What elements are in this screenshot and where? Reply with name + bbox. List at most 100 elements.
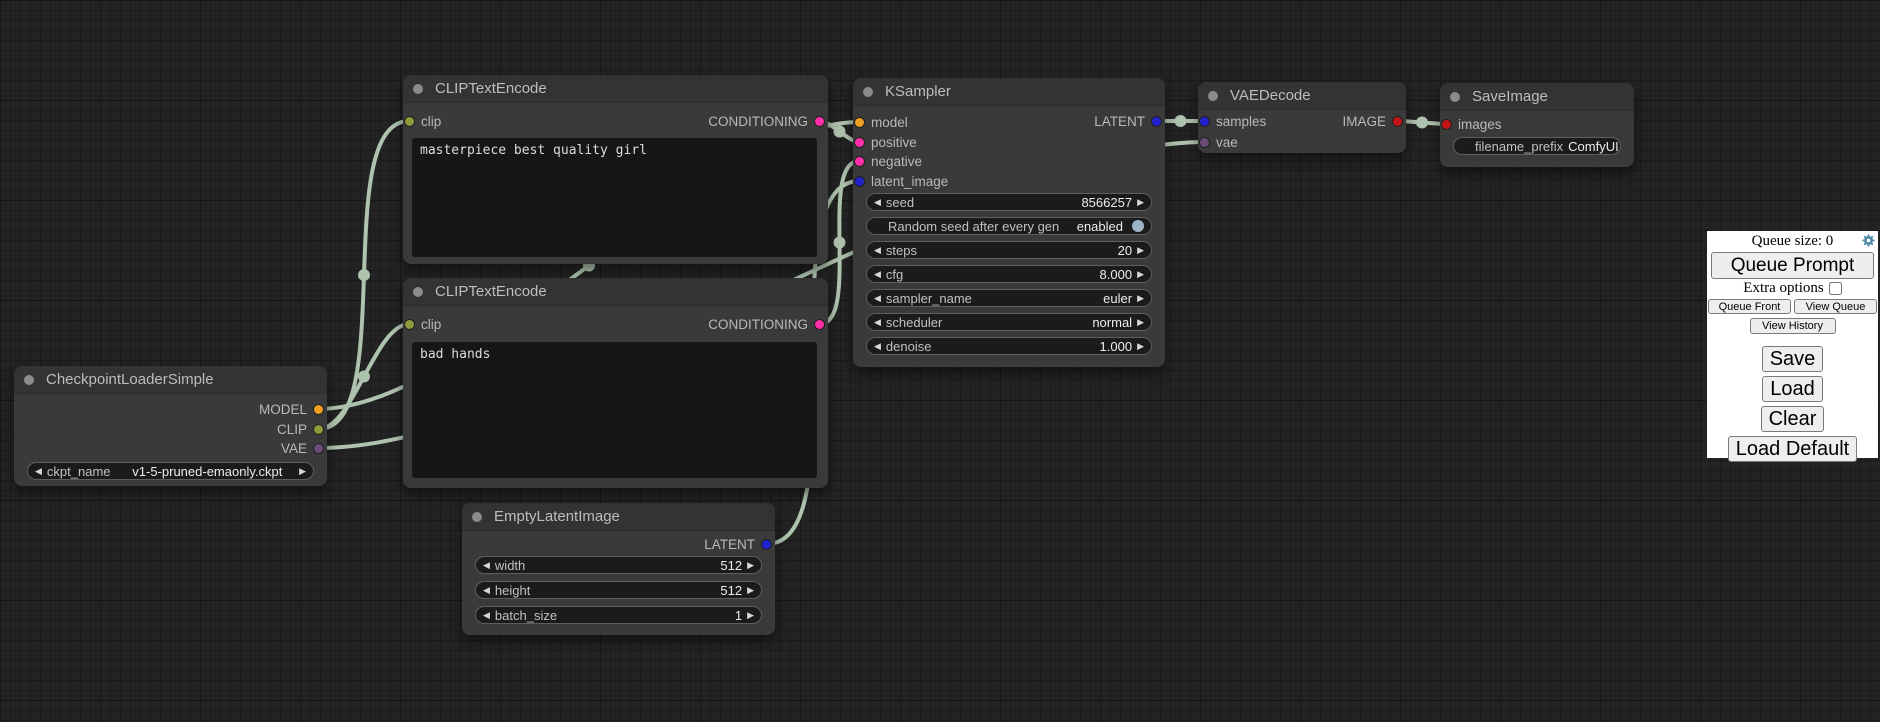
load-button[interactable]: Load — [1762, 376, 1823, 402]
arrow-right-icon[interactable]: ▶ — [1137, 318, 1144, 327]
output-slot-conditioning: CONDITIONING — [708, 112, 824, 130]
arrow-right-icon[interactable]: ▶ — [1137, 270, 1144, 279]
collapse-dot-icon[interactable] — [472, 512, 482, 522]
node-title: CheckpointLoaderSimple — [46, 371, 214, 388]
widget-sampler-name[interactable]: ◀ sampler_name euler ▶ — [866, 289, 1152, 307]
prompt-textarea[interactable]: bad hands — [412, 342, 817, 478]
arrow-right-icon[interactable]: ▶ — [1137, 342, 1144, 351]
widget-height[interactable]: ◀ height 512 ▶ — [475, 581, 762, 599]
slot-label: VAE — [281, 441, 307, 456]
arrow-left-icon[interactable]: ◀ — [35, 467, 42, 476]
arrow-right-icon[interactable]: ▶ — [1137, 294, 1144, 303]
output-dot-latent[interactable] — [1152, 117, 1161, 126]
input-slot-images: images — [1442, 115, 1502, 133]
collapse-dot-icon[interactable] — [413, 287, 423, 297]
output-slot-conditioning: CONDITIONING — [708, 315, 824, 333]
arrow-left-icon[interactable]: ◀ — [483, 611, 490, 620]
arrow-right-icon[interactable]: ▶ — [747, 586, 754, 595]
input-dot-positive[interactable] — [855, 138, 864, 147]
collapse-dot-icon[interactable] — [24, 375, 34, 385]
queue-front-button[interactable]: Queue Front — [1708, 299, 1791, 314]
arrow-left-icon[interactable]: ◀ — [874, 342, 881, 351]
output-dot-model[interactable] — [314, 405, 323, 414]
node-vae-decode[interactable]: VAEDecode samples vae IMAGE — [1198, 82, 1406, 153]
input-dot-negative[interactable] — [855, 157, 864, 166]
node-title-bar[interactable]: SaveImage — [1440, 83, 1634, 111]
queue-prompt-button[interactable]: Queue Prompt — [1711, 252, 1874, 279]
node-checkpoint-loader[interactable]: CheckpointLoaderSimple MODEL CLIP VAE ◀ … — [14, 366, 327, 486]
collapse-dot-icon[interactable] — [1208, 91, 1218, 101]
input-dot-clip[interactable] — [405, 320, 414, 329]
extra-options-label: Extra options — [1743, 280, 1823, 297]
widget-scheduler[interactable]: ◀ scheduler normal ▶ — [866, 313, 1152, 331]
widget-denoise[interactable]: ◀ denoise 1.000 ▶ — [866, 337, 1152, 355]
input-dot-latent-image[interactable] — [855, 177, 864, 186]
slot-label: latent_image — [871, 174, 948, 189]
arrow-left-icon[interactable]: ◀ — [874, 294, 881, 303]
widget-batch-size[interactable]: ◀ batch_size 1 ▶ — [475, 606, 762, 624]
slot-label: images — [1458, 117, 1502, 132]
output-dot-vae[interactable] — [314, 444, 323, 453]
arrow-left-icon[interactable]: ◀ — [874, 246, 881, 255]
widget-label: cfg — [886, 267, 903, 282]
arrow-right-icon[interactable]: ▶ — [1137, 198, 1144, 207]
widget-label: scheduler — [886, 315, 942, 330]
input-dot-samples[interactable] — [1200, 117, 1209, 126]
view-queue-button[interactable]: View Queue — [1794, 299, 1877, 314]
slot-label: positive — [871, 135, 917, 150]
collapse-dot-icon[interactable] — [413, 84, 423, 94]
arrow-right-icon[interactable]: ▶ — [299, 467, 306, 476]
arrow-left-icon[interactable]: ◀ — [483, 561, 490, 570]
settings-gear-icon[interactable] — [1861, 233, 1876, 248]
widget-width[interactable]: ◀ width 512 ▶ — [475, 556, 762, 574]
input-dot-vae[interactable] — [1200, 138, 1209, 147]
widget-random-seed-toggle[interactable]: Random seed after every gen enabled — [866, 217, 1152, 235]
input-dot-images[interactable] — [1442, 120, 1451, 129]
arrow-left-icon[interactable]: ◀ — [874, 270, 881, 279]
save-button[interactable]: Save — [1762, 346, 1824, 372]
extra-options-checkbox[interactable] — [1829, 282, 1842, 295]
widget-ckpt-name[interactable]: ◀ ckpt_name v1-5-pruned-emaonly.ckpt ▶ — [27, 462, 314, 480]
arrow-right-icon[interactable]: ▶ — [747, 611, 754, 620]
arrow-left-icon[interactable]: ◀ — [483, 586, 490, 595]
slot-label: clip — [421, 114, 441, 129]
output-dot-clip[interactable] — [314, 425, 323, 434]
widget-filename-prefix[interactable]: filename_prefix ComfyUI — [1453, 137, 1621, 155]
input-dot-model[interactable] — [855, 118, 864, 127]
node-title-bar[interactable]: KSampler — [853, 78, 1165, 106]
output-dot-conditioning[interactable] — [815, 320, 824, 329]
collapse-dot-icon[interactable] — [863, 87, 873, 97]
arrow-right-icon[interactable]: ▶ — [1137, 246, 1144, 255]
output-dot-latent[interactable] — [762, 540, 771, 549]
arrow-left-icon[interactable]: ◀ — [874, 318, 881, 327]
prompt-textarea[interactable]: masterpiece best quality girl — [412, 138, 817, 257]
output-dot-conditioning[interactable] — [815, 117, 824, 126]
node-title-bar[interactable]: VAEDecode — [1198, 82, 1406, 110]
node-ksampler[interactable]: KSampler model positive negative latent_… — [853, 78, 1165, 367]
widget-seed[interactable]: ◀ seed 8566257 ▶ — [866, 193, 1152, 211]
input-dot-clip[interactable] — [405, 117, 414, 126]
node-save-image[interactable]: SaveImage images filename_prefix ComfyUI — [1440, 83, 1634, 167]
output-dot-image[interactable] — [1393, 117, 1402, 126]
node-title-bar[interactable]: CheckpointLoaderSimple — [14, 366, 327, 394]
node-clip-text-encode-negative[interactable]: CLIPTextEncode clip CONDITIONING bad han… — [403, 278, 828, 488]
arrow-left-icon[interactable]: ◀ — [874, 198, 881, 207]
collapse-dot-icon[interactable] — [1450, 92, 1460, 102]
input-slot-clip: clip — [405, 315, 441, 333]
clear-button[interactable]: Clear — [1761, 406, 1825, 432]
node-clip-text-encode-positive[interactable]: CLIPTextEncode clip CONDITIONING masterp… — [403, 75, 828, 264]
node-empty-latent-image[interactable]: EmptyLatentImage LATENT ◀ width 512 ▶ ◀ … — [462, 503, 775, 635]
slot-label: IMAGE — [1342, 114, 1386, 129]
node-title-bar[interactable]: CLIPTextEncode — [403, 75, 828, 103]
node-title-bar[interactable]: EmptyLatentImage — [462, 503, 775, 531]
slot-label: MODEL — [259, 402, 307, 417]
toggle-dot-icon[interactable] — [1132, 220, 1144, 232]
arrow-right-icon[interactable]: ▶ — [747, 561, 754, 570]
node-title: KSampler — [885, 83, 951, 100]
load-default-button[interactable]: Load Default — [1728, 436, 1857, 462]
widget-steps[interactable]: ◀ steps 20 ▶ — [866, 241, 1152, 259]
widget-cfg[interactable]: ◀ cfg 8.000 ▶ — [866, 265, 1152, 283]
node-title-bar[interactable]: CLIPTextEncode — [403, 278, 828, 306]
view-history-button[interactable]: View History — [1750, 318, 1836, 334]
input-slot-latent-image: latent_image — [855, 172, 948, 190]
